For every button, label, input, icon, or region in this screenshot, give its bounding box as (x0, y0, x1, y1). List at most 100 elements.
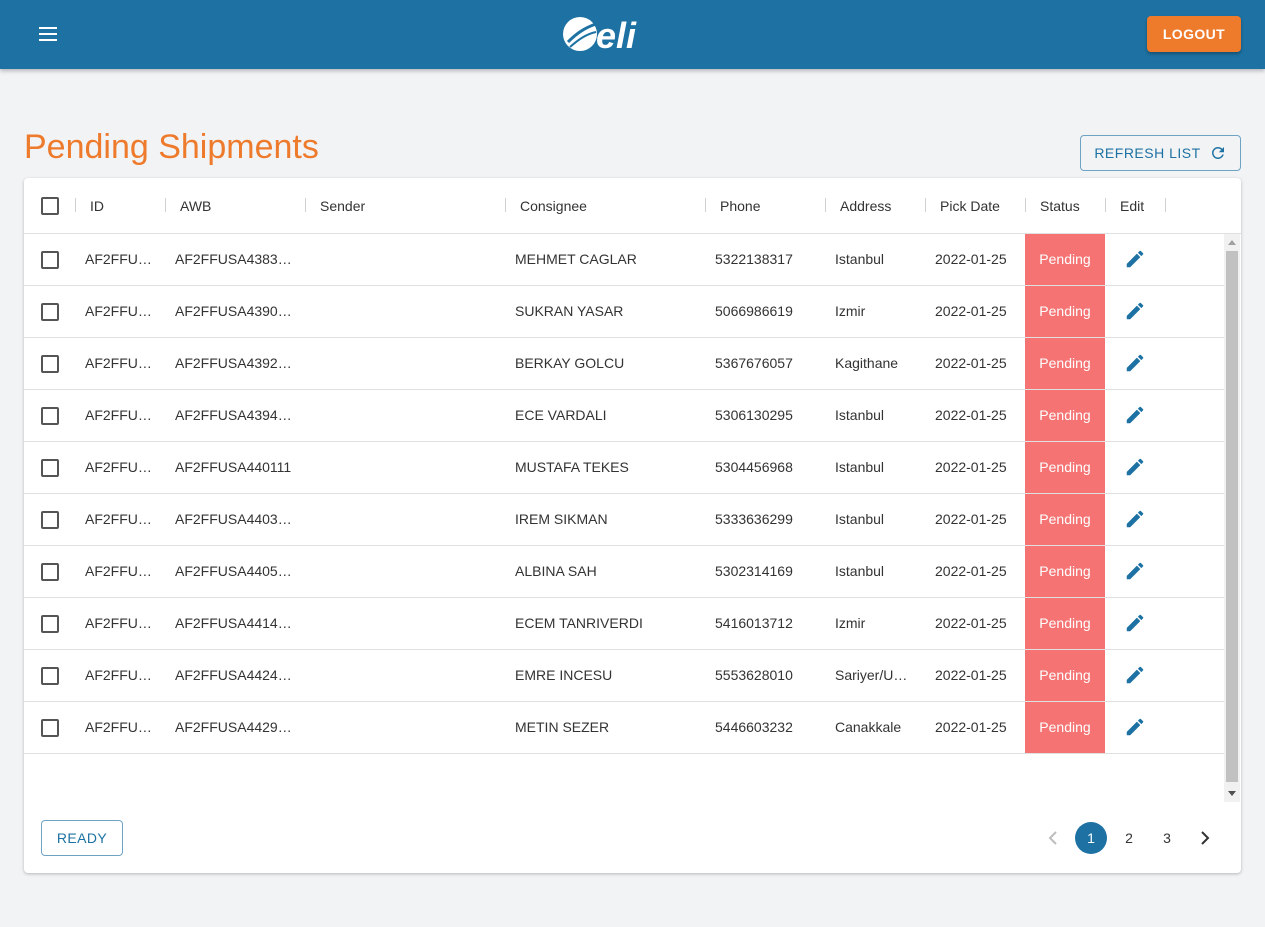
table-row[interactable]: AF2FFU… AF2FFUSA4414… ECEM TANRIVERDI 54160… (24, 598, 1224, 650)
status-badge: Pending (1025, 234, 1105, 285)
cell-address: Sariyer/U… (835, 667, 908, 683)
cell-awb: AF2FFUSA4424… (175, 667, 292, 683)
column-header-status[interactable]: Status (1040, 178, 1080, 234)
chevron-right-icon[interactable] (1189, 822, 1221, 854)
cell-pick-date: 2022-01-25 (935, 615, 1007, 631)
svg-text:eli: eli (596, 15, 637, 56)
column-header-pick-date[interactable]: Pick Date (940, 178, 1000, 234)
cell-sender (315, 702, 495, 753)
page-button-1[interactable]: 1 (1075, 822, 1107, 854)
column-separator (1025, 198, 1026, 212)
select-all-checkbox[interactable] (41, 197, 59, 215)
cell-phone: 5333636299 (715, 511, 793, 527)
refresh-list-button[interactable]: REFRESH LIST (1080, 135, 1241, 171)
cell-sender (315, 338, 495, 389)
row-checkbox[interactable] (41, 615, 59, 633)
cell-consignee: ECE VARDALI (515, 407, 607, 423)
row-checkbox[interactable] (41, 459, 59, 477)
cell-address: Istanbul (835, 459, 885, 475)
table-row[interactable]: AF2FFU… AF2FFUSA4405… ALBINA SAH 5302314169… (24, 546, 1224, 598)
pencil-icon[interactable] (1124, 248, 1146, 270)
table-row[interactable]: AF2FFU… AF2FFUSA4390… SUKRAN YASAR 50669866… (24, 286, 1224, 338)
cell-sender (315, 234, 495, 285)
cell-address: Izmir (835, 615, 866, 631)
status-badge: Pending (1025, 546, 1105, 597)
cell-awb: AF2FFUSA4390… (175, 303, 292, 319)
pencil-icon[interactable] (1124, 352, 1146, 374)
table-row[interactable]: AF2FFU… AF2FFUSA440111 MUSTAFA TEKES 530445… (24, 442, 1224, 494)
pencil-icon[interactable] (1124, 456, 1146, 478)
scroll-down-arrow[interactable] (1228, 791, 1236, 796)
column-header-sender[interactable]: Sender (320, 178, 365, 234)
table-row[interactable]: AF2FFU… AF2FFUSA4429… METIN SEZER 544660323… (24, 702, 1224, 754)
cell-phone: 5302314169 (715, 563, 793, 579)
cell-address: Istanbul (835, 407, 885, 423)
table-row[interactable]: AF2FFU… AF2FFUSA4383… MEHMET CAGLAR 5322138… (24, 234, 1224, 286)
cell-awb: AF2FFUSA4392… (175, 355, 292, 371)
column-header-awb[interactable]: AWB (180, 178, 211, 234)
logout-button[interactable]: LOGOUT (1147, 16, 1241, 52)
status-badge: Pending (1025, 338, 1105, 389)
pencil-icon[interactable] (1124, 560, 1146, 582)
pencil-icon[interactable] (1124, 508, 1146, 530)
cell-sender (315, 598, 495, 649)
table-scrollbar[interactable] (1224, 234, 1240, 802)
column-header-edit: Edit (1120, 198, 1145, 214)
cell-address: Istanbul (835, 251, 885, 267)
cell-pick-date: 2022-01-25 (935, 719, 1007, 735)
table-row[interactable]: AF2FFU… AF2FFUSA4403… IREM SIKMAN 533363629… (24, 494, 1224, 546)
cell-id: AF2FFU… (85, 563, 152, 579)
cell-awb: AF2FFUSA4429… (175, 719, 292, 735)
column-separator (1165, 198, 1166, 212)
cell-consignee: ALBINA SAH (515, 563, 597, 579)
table-row[interactable]: AF2FFU… AF2FFUSA4392… BERKAY GOLCU 53676760… (24, 338, 1224, 390)
table-row[interactable]: AF2FFU… AF2FFUSA4424… EMRE INCESU 555362801… (24, 650, 1224, 702)
column-separator (705, 198, 706, 212)
row-checkbox[interactable] (41, 719, 59, 737)
column-header-address[interactable]: Address (840, 178, 891, 234)
pencil-icon[interactable] (1124, 404, 1146, 426)
cell-phone: 5066986619 (715, 303, 793, 319)
column-header-phone[interactable]: Phone (720, 178, 760, 234)
shipments-table-card: ID AWB Sender Consignee Phone Address Pi… (24, 178, 1241, 873)
table-row[interactable]: AF2FFU… AF2FFUSA4394… ECE VARDALI 530613029… (24, 390, 1224, 442)
table-body: AF2FFU… AF2FFUSA4383… MEHMET CAGLAR 5322138… (24, 234, 1224, 802)
cell-pick-date: 2022-01-25 (935, 563, 1007, 579)
pencil-icon[interactable] (1124, 300, 1146, 322)
row-checkbox[interactable] (41, 303, 59, 321)
celi-logo: eli (558, 12, 648, 56)
pencil-icon[interactable] (1124, 664, 1146, 686)
pencil-icon[interactable] (1124, 612, 1146, 634)
page-button-2[interactable]: 2 (1113, 822, 1145, 854)
refresh-list-label: REFRESH LIST (1094, 145, 1201, 161)
row-checkbox[interactable] (41, 511, 59, 529)
row-checkbox[interactable] (41, 355, 59, 373)
chevron-left-icon[interactable] (1037, 822, 1069, 854)
pencil-icon[interactable] (1124, 716, 1146, 738)
column-separator (505, 198, 506, 212)
cell-consignee: METIN SEZER (515, 719, 610, 735)
cell-id: AF2FFU… (85, 459, 152, 475)
cell-consignee: EMRE INCESU (515, 667, 613, 683)
column-header-id[interactable]: ID (90, 178, 104, 234)
cell-pick-date: 2022-01-25 (935, 459, 1007, 475)
row-checkbox[interactable] (41, 667, 59, 685)
scroll-thumb[interactable] (1226, 251, 1238, 782)
cell-consignee: MUSTAFA TEKES (515, 459, 629, 475)
scroll-up-arrow[interactable] (1228, 240, 1236, 245)
cell-id: AF2FFU… (85, 667, 152, 683)
row-checkbox[interactable] (41, 563, 59, 581)
row-checkbox[interactable] (41, 407, 59, 425)
row-checkbox[interactable] (41, 251, 59, 269)
cell-address: Istanbul (835, 511, 885, 527)
status-badge: Pending (1025, 494, 1105, 545)
column-separator (75, 198, 76, 212)
cell-sender (315, 442, 495, 493)
column-header-consignee[interactable]: Consignee (520, 178, 587, 234)
column-separator (1105, 198, 1106, 212)
menu-icon[interactable] (36, 22, 60, 46)
ready-button[interactable]: READY (41, 820, 123, 856)
status-badge: Pending (1025, 598, 1105, 649)
column-separator (305, 198, 306, 212)
page-button-3[interactable]: 3 (1151, 822, 1183, 854)
